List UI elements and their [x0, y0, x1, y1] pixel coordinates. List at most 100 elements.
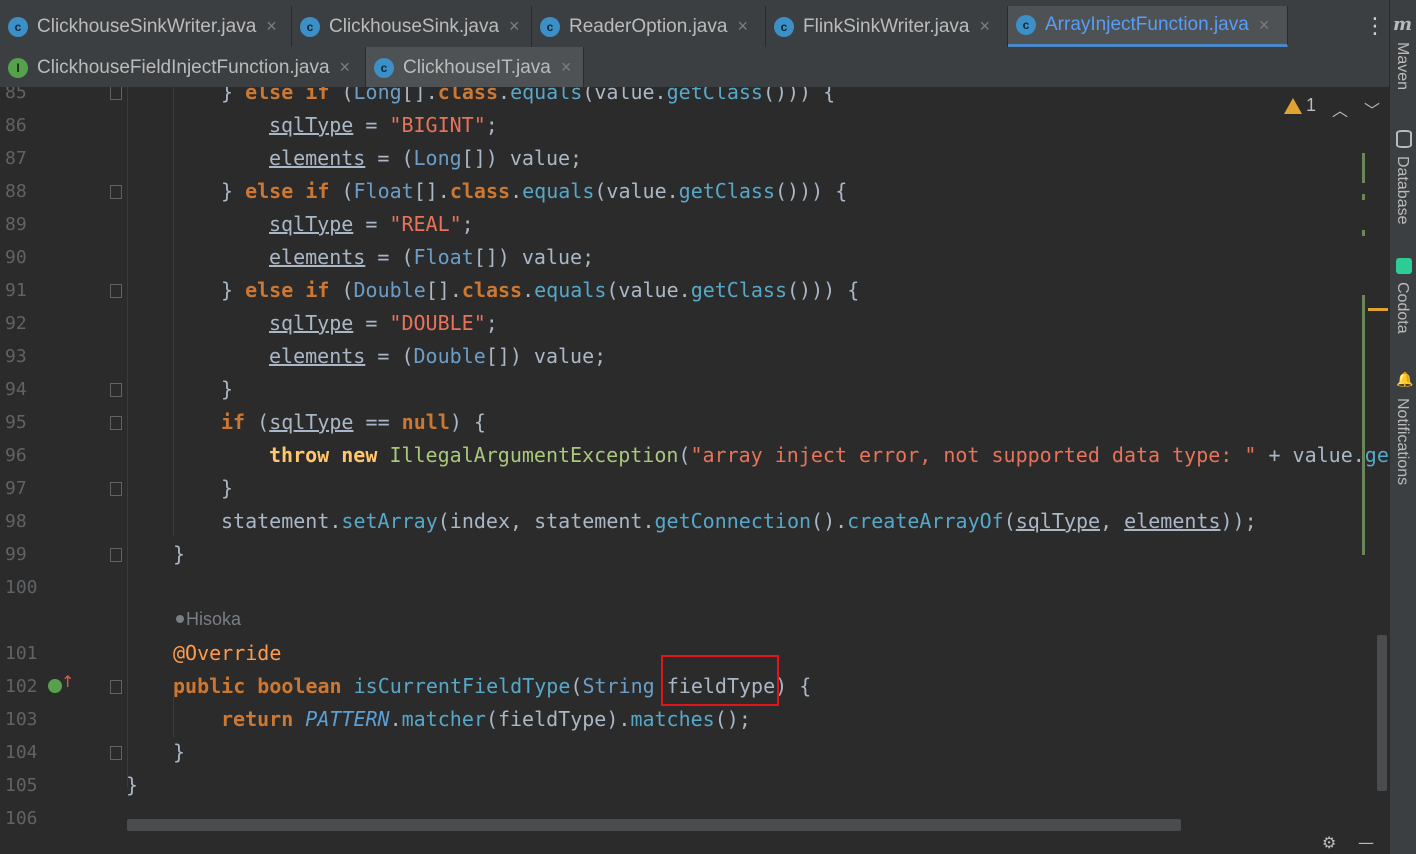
code-line: if (sqlType == null) { — [221, 410, 486, 434]
code-line: return PATTERN.matcher(fieldType).matche… — [221, 707, 751, 731]
notification-bell-icon: 🔔 — [1396, 372, 1414, 388]
close-icon[interactable]: × — [737, 16, 748, 37]
go-to-super-arrow-icon[interactable]: ↑ — [61, 672, 74, 691]
line-number: 99 — [5, 544, 27, 565]
gutter-line: 101 — [0, 637, 126, 670]
line-number: 97 — [5, 478, 27, 499]
class-icon: c — [1016, 15, 1036, 35]
gutter-line: 91 — [0, 274, 126, 307]
implements-method-icon[interactable] — [48, 679, 62, 693]
right-tool-window-bar: m Maven Database Codota 🔔 Notifications — [1389, 0, 1416, 854]
notifications-tool-button[interactable]: Notifications — [1393, 398, 1411, 485]
highlight-box — [661, 655, 779, 706]
next-highlight-icon[interactable]: ﹀ — [1364, 97, 1380, 121]
code-author-hint[interactable]: Hisoka — [176, 609, 241, 630]
minimize-icon[interactable]: — — [1358, 833, 1374, 852]
codota-icon — [1396, 258, 1412, 274]
line-number: 90 — [5, 247, 27, 268]
gutter-line: 104 — [0, 736, 126, 769]
fold-icon[interactable] — [110, 185, 122, 199]
settings-gear-icon[interactable]: ⚙ — [1322, 833, 1336, 852]
code-line: sqlType = "BIGINT"; — [269, 113, 498, 137]
code-editor[interactable]: 85 } else if (Long[].class.equals(value.… — [0, 87, 1390, 854]
class-icon: c — [540, 16, 560, 37]
gutter-line: 88 — [0, 175, 126, 208]
gutter-line: 90 — [0, 241, 126, 274]
class-icon: c — [300, 16, 320, 37]
line-number: 87 — [5, 148, 27, 169]
gutter-line: 87 — [0, 142, 126, 175]
close-icon[interactable]: × — [1259, 15, 1270, 36]
fold-icon[interactable] — [110, 548, 122, 562]
code-line: sqlType = "DOUBLE"; — [269, 311, 498, 335]
tab-row-2: I ClickhouseFieldInjectFunction.java × c… — [0, 47, 600, 88]
warning-icon — [1284, 97, 1302, 114]
fold-icon[interactable] — [110, 416, 122, 430]
close-icon[interactable]: × — [340, 57, 351, 78]
line-number: 92 — [5, 313, 27, 334]
tab-clickhousefieldinjectfunction[interactable]: I ClickhouseFieldInjectFunction.java × — [0, 47, 366, 88]
code-line: } — [126, 773, 139, 797]
change-marker — [1362, 230, 1365, 236]
class-icon: c — [8, 16, 28, 37]
line-number: 98 — [5, 511, 27, 532]
tab-clickhousesink[interactable]: c ClickhouseSink.java × — [292, 6, 532, 47]
fold-icon[interactable] — [110, 482, 122, 496]
more-icon[interactable]: ⋮ — [1364, 14, 1386, 39]
tab-label: ClickhouseIT.java — [403, 56, 551, 78]
fold-icon[interactable] — [110, 87, 122, 100]
line-number: 88 — [5, 181, 27, 202]
code-line: statement.setArray(index, statement.getC… — [221, 509, 1257, 533]
warning-stripe[interactable] — [1368, 308, 1388, 311]
class-icon: c — [774, 16, 794, 37]
warning-count: 1 — [1306, 95, 1317, 115]
maven-tool-button[interactable]: Maven — [1393, 42, 1411, 90]
horizontal-scrollbar[interactable] — [127, 819, 1181, 831]
database-icon — [1396, 130, 1412, 148]
tab-label: ArrayInjectFunction.java — [1045, 14, 1249, 35]
fold-icon[interactable] — [110, 284, 122, 298]
inspection-widget[interactable]: 1 — [1284, 95, 1316, 116]
line-number: 94 — [5, 379, 27, 400]
change-marker — [1362, 194, 1365, 200]
code-line: } — [221, 377, 234, 401]
vertical-scrollbar[interactable] — [1377, 635, 1387, 791]
previous-highlight-icon[interactable]: ︿ — [1332, 97, 1348, 121]
close-icon[interactable]: × — [979, 16, 990, 37]
tab-row-1: c ClickhouseSinkWriter.java × c Clickhou… — [0, 6, 1390, 47]
line-number: 89 — [5, 214, 27, 235]
gutter-line: 85 — [0, 87, 126, 109]
tab-label: ClickhouseSinkWriter.java — [37, 15, 257, 37]
gutter-line: 102 ↑ — [0, 670, 126, 703]
change-marker — [1362, 153, 1365, 183]
gutter-line: 106 — [0, 802, 126, 835]
gutter-line: 95 — [0, 406, 126, 439]
tab-flinksinkwriter[interactable]: c FlinkSinkWriter.java × — [766, 6, 1008, 47]
indent-guide — [173, 697, 174, 737]
line-number: 96 — [5, 445, 27, 466]
fold-icon[interactable] — [110, 680, 122, 694]
line-number: 93 — [5, 346, 27, 367]
close-icon[interactable]: × — [266, 16, 277, 37]
fold-icon[interactable] — [110, 383, 122, 397]
tab-clickhouseit[interactable]: c ClickhouseIT.java × — [366, 47, 584, 88]
close-icon[interactable]: × — [509, 16, 520, 37]
tab-readeroption[interactable]: c ReaderOption.java × — [532, 6, 766, 47]
maven-icon: m — [1393, 14, 1413, 35]
editor-tab-bar: c ClickhouseSinkWriter.java × c Clickhou… — [0, 0, 1390, 88]
code-line: elements = (Long[]) value; — [269, 146, 583, 170]
close-icon[interactable]: × — [561, 57, 572, 78]
line-number: 100 — [5, 577, 38, 598]
gutter-line: 97 — [0, 472, 126, 505]
code-line: } — [173, 740, 186, 764]
gutter-line: 92 — [0, 307, 126, 340]
gutter-line: 89 — [0, 208, 126, 241]
code-line: } else if (Long[].class.equals(value.get… — [221, 87, 836, 104]
database-tool-button[interactable]: Database — [1393, 156, 1411, 225]
tab-arrayinjectfunction[interactable]: c ArrayInjectFunction.java × — [1008, 6, 1288, 47]
gutter-line: 103 — [0, 703, 126, 736]
codota-tool-button[interactable]: Codota — [1393, 282, 1411, 334]
fold-icon[interactable] — [110, 746, 122, 760]
line-number: 85 — [5, 87, 27, 103]
tab-clickhousesinkwriter[interactable]: c ClickhouseSinkWriter.java × — [0, 6, 292, 47]
